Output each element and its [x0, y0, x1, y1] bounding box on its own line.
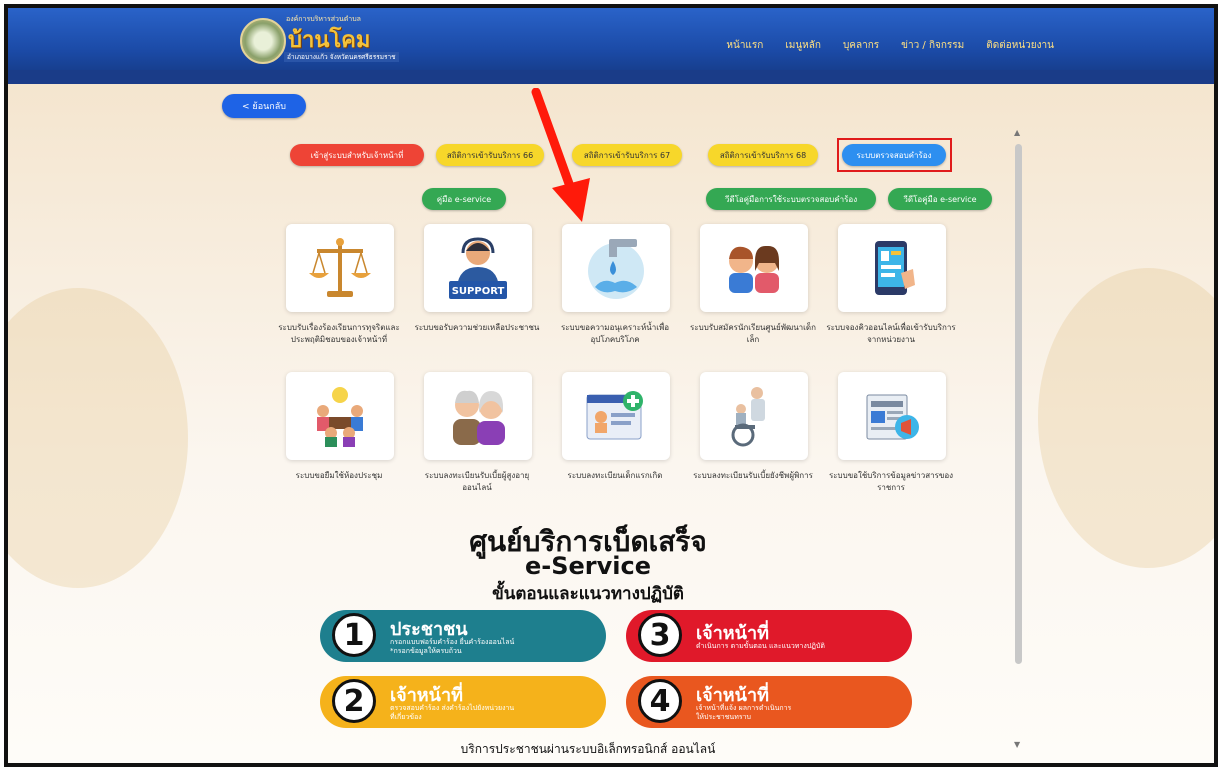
- steps-title: ขั้นตอนและแนวทางปฏิบัติ: [492, 584, 684, 604]
- step-number: 1: [332, 613, 376, 657]
- service-card-complaint[interactable]: [286, 224, 394, 312]
- logo-sub-text: อำเภอบางแก้ว จังหวัดนครศรีธรรมราช: [284, 52, 399, 62]
- stats-68-button[interactable]: สถิติการเข้ารับบริการ 68: [708, 144, 818, 166]
- nav-main-menu[interactable]: เมนูหลัก: [785, 38, 821, 53]
- service-card-childcare[interactable]: [700, 224, 808, 312]
- mobile-queue-icon: [875, 241, 915, 295]
- step-description: ดำเนินการ ตามขั้นตอน และแนวทางปฏิบัติ: [696, 642, 825, 650]
- scrollbar[interactable]: ▲ ▼: [1012, 128, 1024, 758]
- step-description: กรอกแบบฟอร์มคำร้อง ยื่นคำร้องออนไลน์: [390, 638, 515, 646]
- scroll-down-icon[interactable]: ▼: [1014, 740, 1020, 749]
- video-manual-check-button[interactable]: วีดีโอคู่มือการใช้ระบบตรวจสอบคำร้อง: [706, 188, 876, 210]
- news-icon: [866, 394, 919, 440]
- scrollbar-thumb[interactable]: [1015, 144, 1022, 664]
- svg-text:SUPPORT: SUPPORT: [452, 286, 505, 297]
- step-1-banner: 1 ประชาชน กรอกแบบฟอร์มคำร้อง ยื่นคำร้องอ…: [320, 610, 606, 662]
- main-nav: หน้าแรก เมนูหลัก บุคลากร ข่าว / กิจกรรม …: [726, 38, 1054, 53]
- service-label-childcare[interactable]: ระบบรับสมัครนักเรียนศูนย์พัฒนาเด็กเล็ก: [688, 322, 818, 346]
- service-label-meeting-room[interactable]: ระบบขอยืมใช้ห้องประชุม: [274, 470, 404, 482]
- step-4-banner: 4 เจ้าหน้าที่ เจ้าหน้าที่แจ้ง ผลการดำเนิ…: [626, 676, 912, 728]
- service-card-meeting-room[interactable]: [286, 372, 394, 460]
- red-arrow-icon: [531, 88, 590, 222]
- step-2-banner: 2 เจ้าหน้าที่ ตรวจสอบคำร้อง ส่งคำร้องไปย…: [320, 676, 606, 728]
- service-card-water[interactable]: [562, 224, 670, 312]
- service-card-newborn[interactable]: [562, 372, 670, 460]
- eservice-subtitle: e-Service: [524, 552, 651, 580]
- background-decoration: [8, 288, 188, 588]
- service-label-disability[interactable]: ระบบลงทะเบียนรับเบี้ยยังชีพผู้พิการ: [688, 470, 818, 482]
- step-note: ให้ประชาชนทราบ: [696, 713, 751, 721]
- service-label-information[interactable]: ระบบขอใช้บริการข้อมูลข่าวสารของราชการ: [826, 470, 956, 494]
- header-strip: [8, 70, 1214, 84]
- nav-personnel[interactable]: บุคลากร: [843, 38, 879, 53]
- service-card-disability[interactable]: [700, 372, 808, 460]
- service-label-queue[interactable]: ระบบจองคิวออนไลน์เพื่อเข้ารับบริการจากหน…: [826, 322, 956, 346]
- service-card-assistance[interactable]: SUPPORT: [424, 224, 532, 312]
- eservice-manual-button[interactable]: คู่มือ e-service: [422, 188, 506, 210]
- step-number: 4: [638, 679, 682, 723]
- step-note: ที่เกี่ยวข้อง: [390, 713, 422, 721]
- site-logo[interactable]: องค์การบริหารส่วนตำบล บ้านโคม อำเภอบางแก…: [240, 14, 400, 64]
- nav-contact[interactable]: ติดต่อหน่วยงาน: [986, 38, 1054, 53]
- scroll-up-icon[interactable]: ▲: [1014, 128, 1020, 137]
- registration-icon: [586, 391, 643, 440]
- service-label-water[interactable]: ระบบขอความอนุเคราะห์น้ำเพื่ออุปโภคบริโภค: [550, 322, 680, 346]
- step-number: 3: [638, 613, 682, 657]
- scales-icon: [309, 238, 371, 297]
- back-button[interactable]: < ย้อนกลับ: [222, 94, 306, 118]
- site-header: องค์การบริหารส่วนตำบล บ้านโคม อำเภอบางแก…: [8, 8, 1214, 70]
- step-note: *กรอกข้อมูลให้ครบถ้วน: [390, 647, 462, 655]
- highlight-box: [837, 138, 952, 172]
- browser-frame: องค์การบริหารส่วนตำบล บ้านโคม อำเภอบางแก…: [4, 4, 1218, 767]
- meeting-icon: [317, 387, 363, 447]
- nav-news[interactable]: ข่าว / กิจกรรม: [901, 38, 964, 53]
- footer-text: บริการประชาชนผ่านระบบอิเล็กทรอนิกส์ ออนไ…: [460, 742, 716, 756]
- nav-home[interactable]: หน้าแรก: [726, 38, 763, 53]
- staff-login-button[interactable]: เข้าสู่ระบบสำหรับเจ้าหน้าที่: [290, 144, 424, 166]
- service-label-elderly[interactable]: ระบบลงทะเบียนรับเบี้ยผู้สูงอายุออนไลน์: [412, 470, 542, 494]
- service-label-newborn[interactable]: ระบบลงทะเบียนเด็กแรกเกิด: [550, 470, 680, 482]
- video-manual-eservice-button[interactable]: วีดีโอคู่มือ e-service: [888, 188, 992, 210]
- service-card-queue[interactable]: [838, 224, 946, 312]
- service-label-assistance[interactable]: ระบบขอรับความช่วยเหลือประชาชน: [412, 322, 542, 334]
- service-card-information[interactable]: [838, 372, 946, 460]
- water-tap-icon: [588, 239, 644, 299]
- elderly-icon: [453, 390, 505, 445]
- step-description: เจ้าหน้าที่แจ้ง ผลการดำเนินการ: [696, 704, 792, 712]
- children-icon: [729, 245, 779, 293]
- service-label-complaint[interactable]: ระบบรับเรื่องร้องเรียนการทุจริตและประพฤต…: [274, 322, 404, 346]
- wheelchair-icon: [731, 387, 765, 447]
- step-3-banner: 3 เจ้าหน้าที่ ดำเนินการ ตามขั้นตอน และแน…: [626, 610, 912, 662]
- seal-icon: [240, 18, 286, 64]
- background-decoration: [1038, 268, 1214, 568]
- service-card-elderly[interactable]: [424, 372, 532, 460]
- step-description: ตรวจสอบคำร้อง ส่งคำร้องไปยังหน่วยงาน: [390, 704, 515, 712]
- step-number: 2: [332, 679, 376, 723]
- support-icon: SUPPORT: [449, 237, 507, 299]
